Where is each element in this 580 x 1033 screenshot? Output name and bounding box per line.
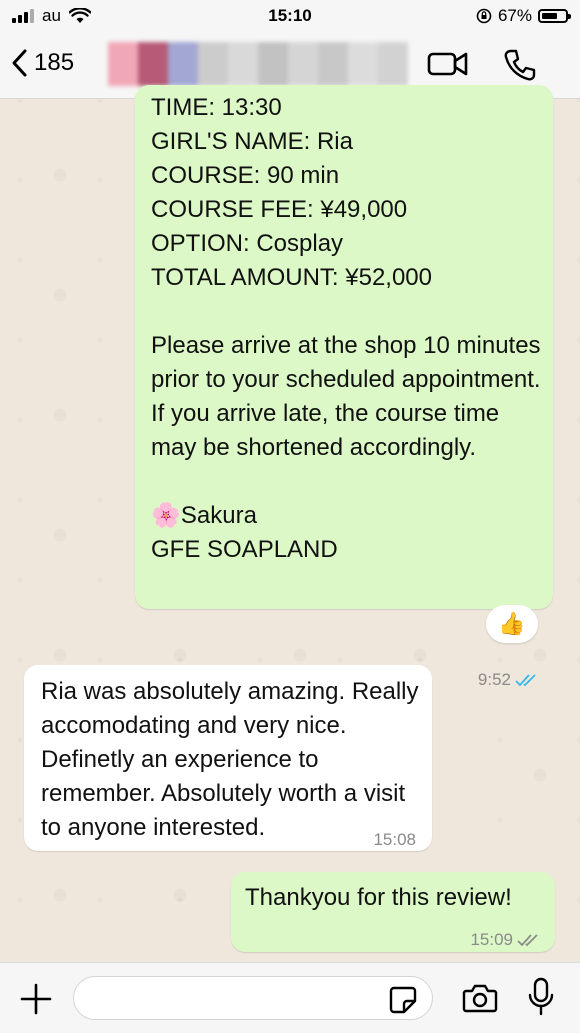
status-bar: au 15:10 67% <box>0 0 580 32</box>
microphone-icon[interactable] <box>526 977 556 1017</box>
message-time: 15:09 <box>470 930 513 949</box>
camera-icon[interactable] <box>462 983 498 1013</box>
message-input[interactable] <box>73 976 433 1020</box>
message-text: Ria was absolutely amazing. Really accom… <box>41 678 419 841</box>
battery-icon <box>538 9 571 23</box>
message-meta: 15:08 <box>373 823 416 857</box>
composer-bar <box>0 962 580 1033</box>
unread-count: 185 <box>34 49 75 76</box>
battery-fill <box>542 13 557 19</box>
message-text: TIME: 13:30 GIRL'S NAME: Ria COURSE: 90 … <box>151 94 541 563</box>
reaction-badge[interactable]: 👍 <box>486 605 538 643</box>
plus-icon[interactable] <box>18 981 54 1017</box>
message-time: 15:08 <box>373 830 416 849</box>
contact-name-redacted[interactable] <box>108 42 408 86</box>
phone-icon[interactable] <box>503 48 537 82</box>
battery-percent: 67% <box>497 6 532 25</box>
back-button[interactable]: 185 <box>10 48 74 78</box>
message-bubble-incoming[interactable]: Ria was absolutely amazing. Really accom… <box>24 665 432 851</box>
video-camera-icon[interactable] <box>427 48 469 80</box>
orientation-lock-icon <box>476 8 492 24</box>
delivered-ticks-icon <box>517 934 538 947</box>
message-bubble-outgoing[interactable]: TIME: 13:30 GIRL'S NAME: Ria COURSE: 90 … <box>135 85 553 689</box>
sticker-icon[interactable] <box>388 985 418 1015</box>
message-text: Thankyou for this review! <box>245 884 512 911</box>
status-right: 67% <box>476 6 571 26</box>
message-meta: 15:09 <box>470 923 541 957</box>
chevron-left-icon <box>12 49 27 77</box>
message-time: 9:52 <box>477 670 511 689</box>
read-ticks-icon <box>515 674 536 687</box>
message-meta: 9:52 <box>478 663 539 697</box>
message-bubble-outgoing[interactable]: Thankyou for this review! 15:09 <box>231 872 555 952</box>
